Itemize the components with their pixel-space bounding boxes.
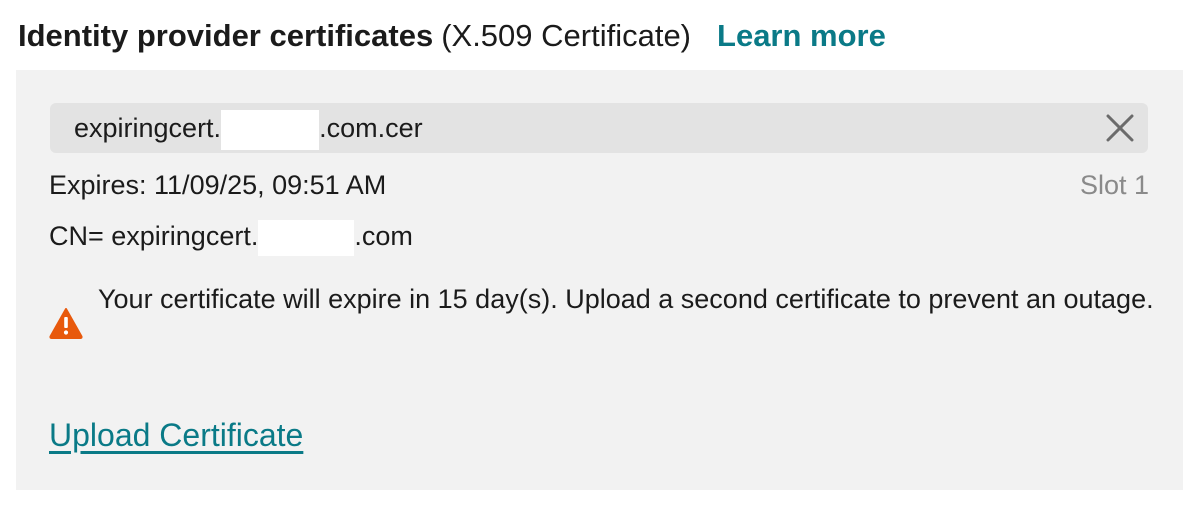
warning-triangle-icon bbox=[49, 307, 83, 339]
certificate-panel: expiringcert. .com.cer Expires: 11/09/25,… bbox=[16, 70, 1183, 490]
section-subtitle: (X.509 Certificate) bbox=[441, 18, 692, 53]
close-icon[interactable] bbox=[1104, 112, 1136, 144]
cn-suffix: .com bbox=[354, 221, 413, 252]
certificate-file-row: expiringcert. .com.cer bbox=[50, 103, 1148, 153]
file-name-suffix: .com.cer bbox=[319, 113, 423, 143]
upload-certificate-link[interactable]: Upload Certificate bbox=[49, 417, 303, 454]
common-name: CN= expiringcert. .com bbox=[49, 220, 413, 256]
expiry-date: Expires: 11/09/25, 09:51 AM bbox=[49, 170, 387, 200]
slot-label: Slot 1 bbox=[1079, 170, 1149, 200]
file-name-prefix: expiringcert. bbox=[74, 113, 222, 143]
section-header: Identity provider certificates (X.509 Ce… bbox=[18, 14, 886, 58]
section-title: Identity provider certificates bbox=[18, 18, 434, 53]
redacted-domain bbox=[258, 220, 355, 256]
cn-prefix: CN= expiringcert. bbox=[49, 221, 259, 252]
redacted-domain bbox=[221, 109, 320, 150]
certificate-file-name: expiringcert. .com.cer bbox=[74, 103, 423, 153]
learn-more-link[interactable]: Learn more bbox=[717, 18, 886, 54]
expiry-warning-message: Your certificate will expire in 15 day(s… bbox=[98, 284, 1154, 314]
